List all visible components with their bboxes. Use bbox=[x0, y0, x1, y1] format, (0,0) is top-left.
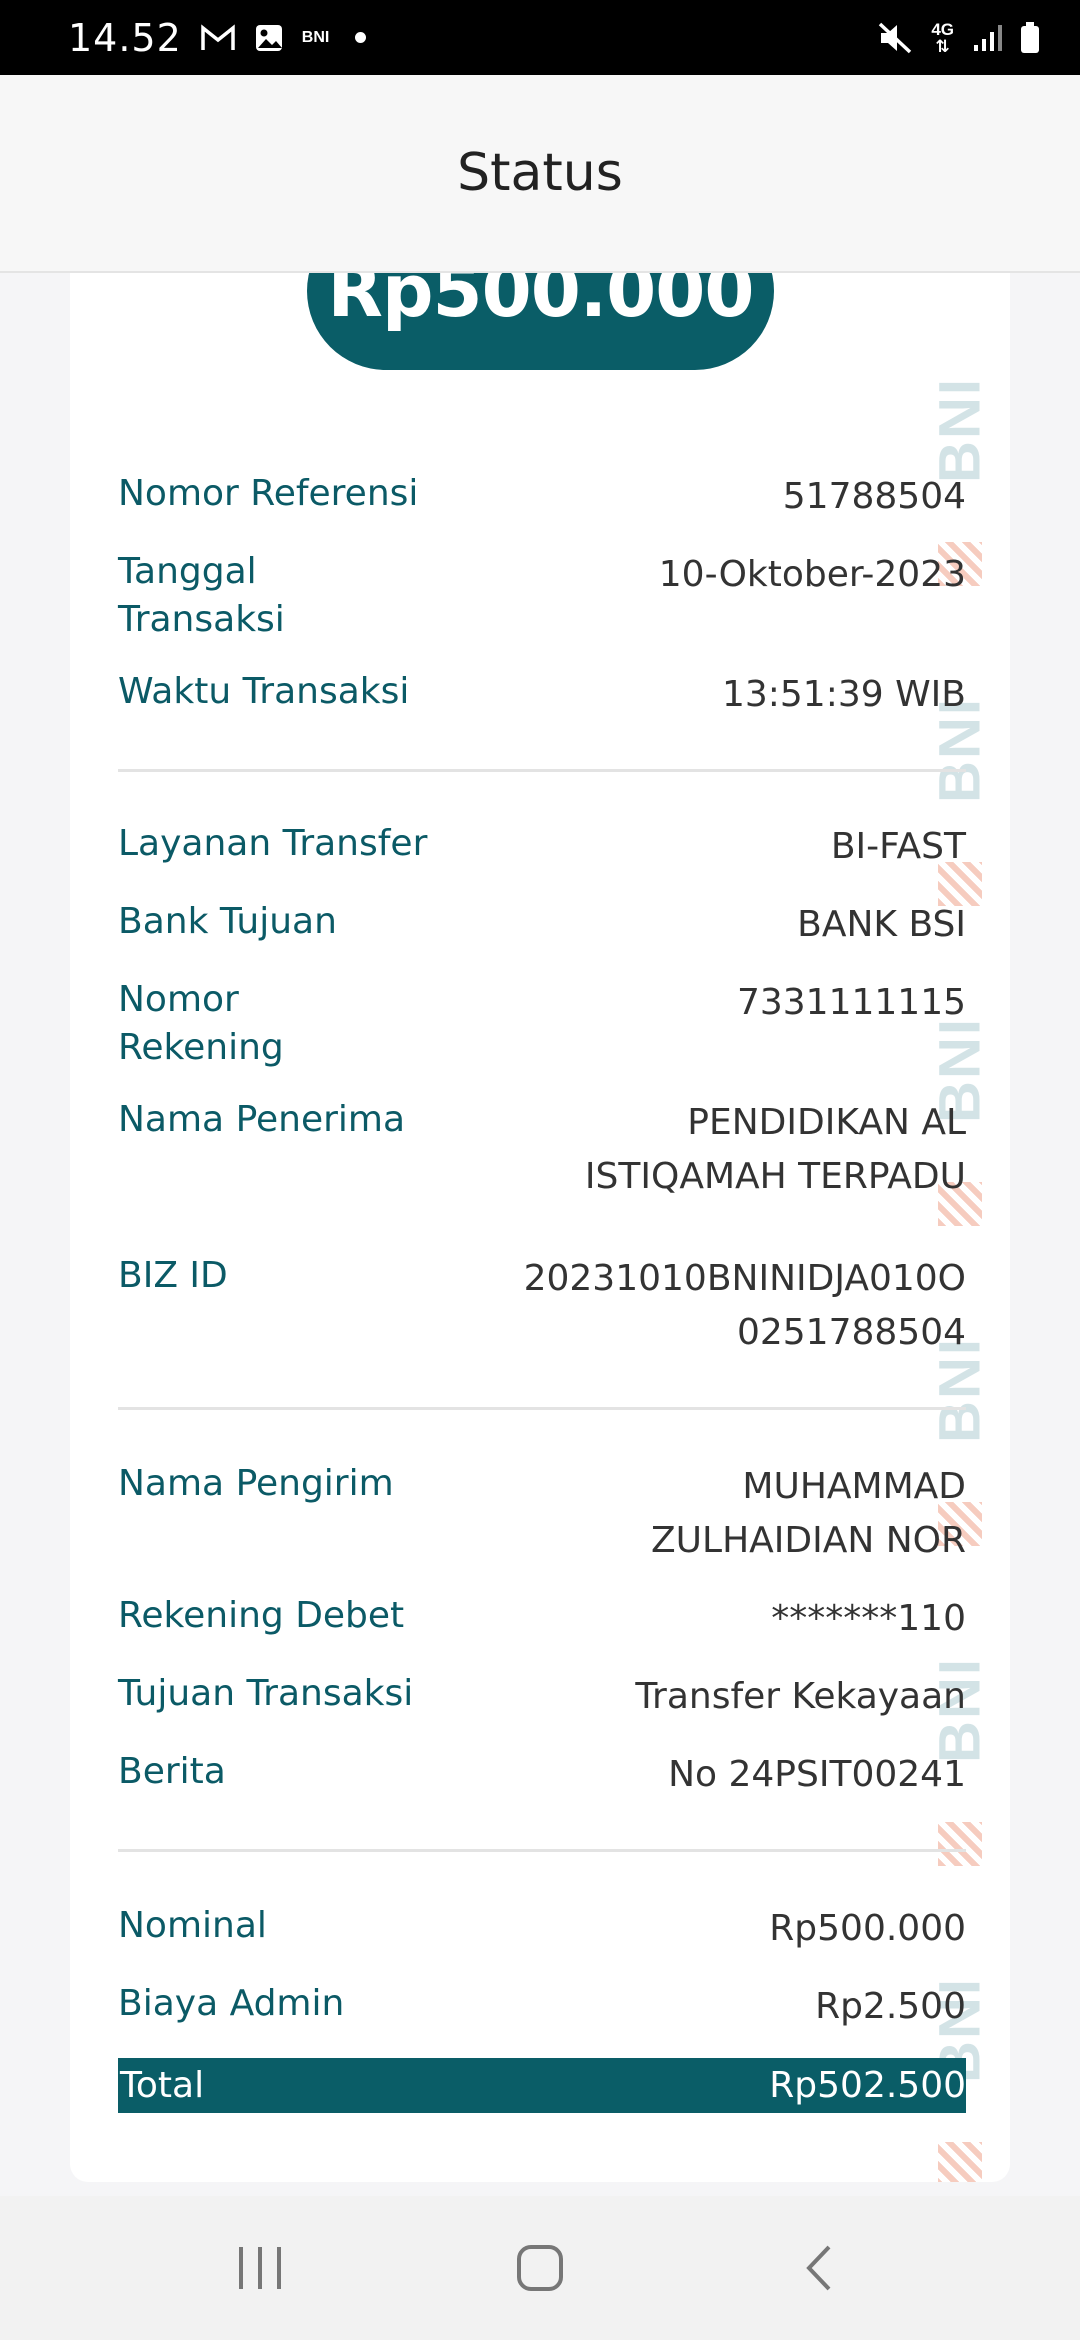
biz-id-value: 20231010BNINIDJA010O 0251788504 bbox=[523, 1258, 966, 1353]
network-type: 4G bbox=[931, 19, 954, 39]
notification-dot-icon bbox=[355, 32, 367, 43]
reference-label: Nomor Referensi bbox=[118, 473, 419, 514]
note-label: Berita bbox=[118, 1751, 226, 1792]
sender-label: Nama Pengirim bbox=[118, 1463, 394, 1504]
divider bbox=[118, 1849, 966, 1852]
status-time: 14.52 bbox=[68, 15, 182, 60]
debit-account-value: *******110 bbox=[771, 1598, 966, 1639]
app-header: Status bbox=[0, 75, 1080, 273]
service-value: BI-FAST bbox=[830, 826, 966, 867]
total-value: Rp502.500 bbox=[769, 2065, 966, 2106]
system-nav-bar bbox=[0, 2196, 1080, 2340]
data-arrows-icon: ⇅ bbox=[935, 36, 950, 56]
date-value: 10-Oktober-2023 bbox=[658, 554, 966, 595]
recent-apps-icon bbox=[239, 2247, 281, 2289]
network-indicator: 4G ⇅ bbox=[931, 21, 954, 55]
home-icon bbox=[517, 2245, 563, 2291]
note-row: Berita No 24PSIT00241 bbox=[118, 1748, 966, 1802]
status-bar: 14.52 BNI 4G ⇅ bbox=[0, 0, 1080, 75]
total-row: Total Rp502.500 bbox=[118, 2058, 966, 2113]
biz-id-row: BIZ ID 20231010BNINIDJA010O 0251788504 bbox=[118, 1252, 966, 1360]
divider bbox=[118, 769, 966, 772]
watermark-pattern-icon bbox=[938, 1822, 982, 1866]
purpose-value: Transfer Kekayaan bbox=[635, 1676, 966, 1717]
debit-account-label: Rekening Debet bbox=[118, 1595, 405, 1636]
account-row: Nomor Rekening 7331111115 bbox=[118, 976, 966, 1072]
purpose-label: Tujuan Transaksi bbox=[118, 1673, 414, 1714]
back-icon bbox=[806, 2245, 831, 2291]
home-button[interactable] bbox=[480, 2228, 600, 2308]
service-row: Layanan Transfer BI-FAST bbox=[118, 820, 966, 874]
admin-fee-value: Rp2.500 bbox=[815, 1986, 966, 2027]
bni-notification-icon: BNI bbox=[302, 29, 330, 47]
signal-icon bbox=[972, 23, 1002, 53]
sender-value: MUHAMMAD ZULHAIDIAN NOR bbox=[651, 1466, 966, 1561]
bank-label: Bank Tujuan bbox=[118, 901, 337, 942]
status-bar-left: 14.52 BNI bbox=[68, 15, 367, 60]
recipient-value: PENDIDIKAN AL ISTIQAMAH TERPADU bbox=[584, 1102, 966, 1197]
divider bbox=[118, 1407, 966, 1410]
nominal-label: Nominal bbox=[118, 1905, 267, 1946]
watermark-pattern-icon bbox=[938, 2142, 982, 2182]
date-row: Tanggal Transaksi 10-Oktober-2023 bbox=[118, 548, 966, 644]
status-bar-right: 4G ⇅ bbox=[877, 21, 1040, 55]
time-label: Waktu Transaksi bbox=[118, 671, 410, 712]
account-value: 7331111115 bbox=[736, 982, 966, 1023]
page-title: Status bbox=[457, 143, 623, 203]
biz-id-label: BIZ ID bbox=[118, 1255, 228, 1296]
receipt-card: BNI BNI BNI BNI BNI BNI Rp500.000 Nomor … bbox=[70, 240, 1010, 2182]
recent-apps-button[interactable] bbox=[200, 2228, 320, 2308]
bank-row: Bank Tujuan BANK BSI bbox=[118, 898, 966, 952]
service-label: Layanan Transfer bbox=[118, 823, 428, 864]
mute-icon bbox=[877, 21, 913, 55]
note-value: No 24PSIT00241 bbox=[668, 1754, 966, 1795]
bni-notification-label: BNI bbox=[301, 28, 330, 46]
bank-value: BANK BSI bbox=[797, 904, 966, 945]
recipient-row: Nama Penerima PENDIDIKAN AL ISTIQAMAH TE… bbox=[118, 1096, 966, 1204]
reference-row: Nomor Referensi 51788504 bbox=[118, 470, 966, 524]
gmail-icon bbox=[200, 23, 236, 52]
recipient-label: Nama Penerima bbox=[118, 1099, 406, 1140]
admin-fee-label: Biaya Admin bbox=[118, 1983, 345, 2024]
time-row: Waktu Transaksi 13:51:39 WIB bbox=[118, 668, 966, 722]
time-value: 13:51:39 WIB bbox=[721, 674, 966, 715]
admin-fee-row: Biaya Admin Rp2.500 bbox=[118, 1980, 966, 2034]
sender-row: Nama Pengirim MUHAMMAD ZULHAIDIAN NOR bbox=[118, 1460, 966, 1568]
back-button[interactable] bbox=[760, 2228, 880, 2308]
battery-icon bbox=[1020, 21, 1040, 54]
reference-value: 51788504 bbox=[782, 476, 966, 517]
purpose-row: Tujuan Transaksi Transfer Kekayaan bbox=[118, 1670, 966, 1724]
total-label: Total bbox=[120, 2064, 205, 2106]
nominal-row: Nominal Rp500.000 bbox=[118, 1902, 966, 1956]
debit-account-row: Rekening Debet *******110 bbox=[118, 1592, 966, 1646]
gallery-icon bbox=[254, 23, 284, 53]
account-label: Nomor Rekening bbox=[118, 979, 284, 1068]
nominal-value: Rp500.000 bbox=[769, 1908, 966, 1949]
date-label: Tanggal Transaksi bbox=[118, 551, 285, 640]
